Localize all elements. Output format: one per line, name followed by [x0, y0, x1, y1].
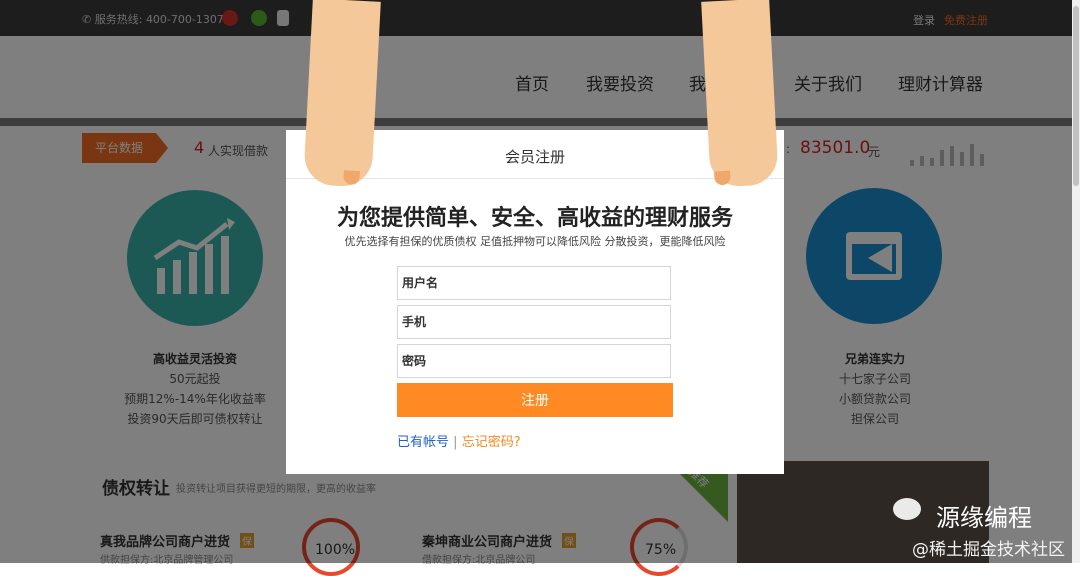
wechat-watermark-icon: [893, 498, 921, 520]
password-input[interactable]: [397, 344, 671, 378]
modal-headline: 为您提供简单、安全、高收益的理财服务: [336, 206, 733, 231]
has-account-link[interactable]: 已有帐号: [397, 435, 449, 450]
phone-input[interactable]: [397, 305, 671, 339]
right-fingernail: [714, 170, 731, 186]
account-links: 已有帐号 | 忘记密码?: [397, 431, 521, 450]
left-hand-illustration: [303, 0, 381, 188]
register-modal: 会员注册 × 为您提供简单、安全、高收益的理财服务 优先选择有担保的优质债权 足…: [286, 130, 784, 474]
forgot-password-link[interactable]: 忘记密码?: [462, 435, 521, 450]
modal-subheadline: 优先选择有担保的优质债权 足值抵押物可以降低风险 分散投资，更能降低风险: [344, 235, 726, 248]
username-input[interactable]: [397, 266, 671, 300]
watermark-site: @稀土掘金技术社区: [912, 540, 1065, 560]
scrollbar-thumb[interactable]: [1073, 6, 1079, 186]
register-button[interactable]: 注册: [397, 383, 673, 417]
right-hand-illustration: [701, 0, 779, 188]
link-separator: |: [453, 435, 458, 450]
watermark-name: 源缘编程: [936, 504, 1032, 532]
